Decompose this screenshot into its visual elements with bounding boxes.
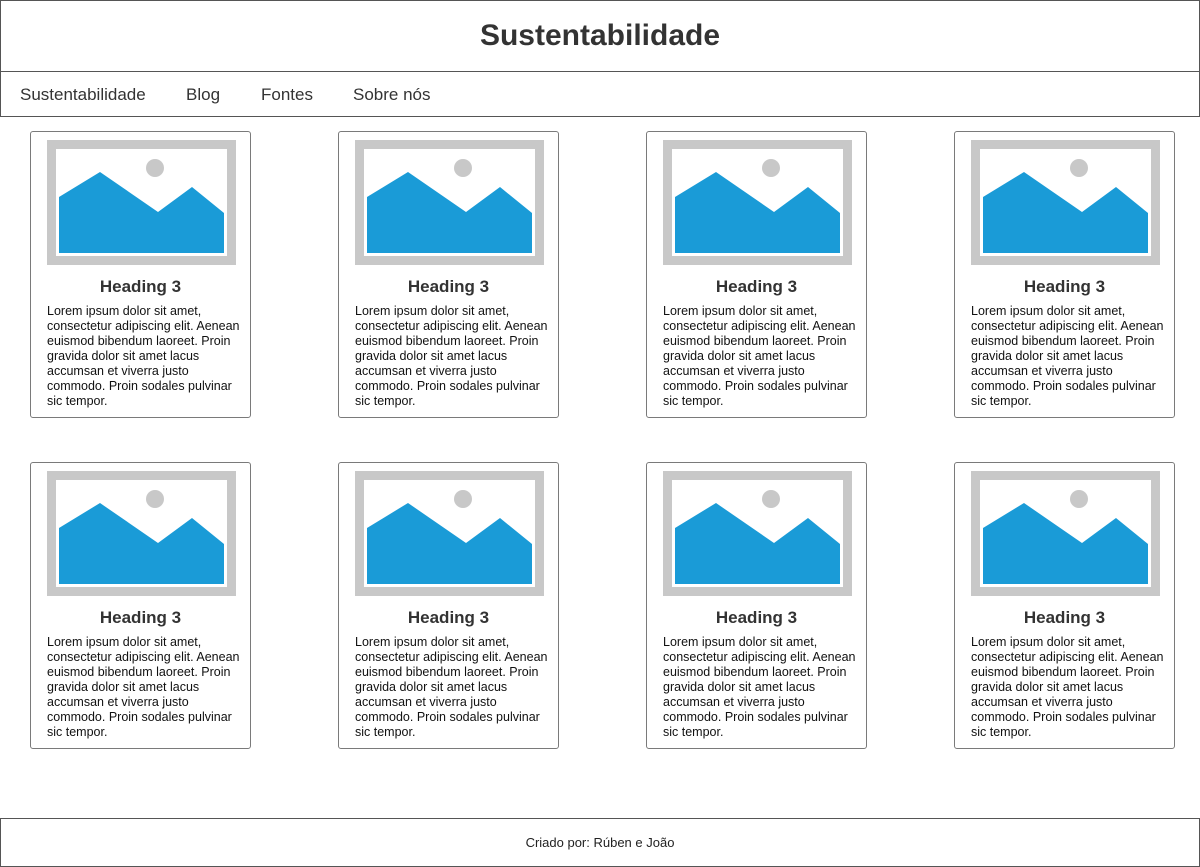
image-placeholder-icon [47,140,236,265]
card-text: Lorem ipsum dolor sit amet, consectetur … [355,635,548,739]
card-heading: Heading 3 [1023,277,1106,296]
nav-item-sobre-nos[interactable]: Sobre nós [353,85,431,105]
card-heading: Heading 3 [407,608,490,627]
site-header: Sustentabilidade [0,0,1200,72]
card-text: Lorem ipsum dolor sit amet, consectetur … [971,304,1164,408]
card-text: Lorem ipsum dolor sit amet, consectetur … [47,635,240,739]
image-placeholder-icon [971,471,1160,596]
card-heading: Heading 3 [407,277,490,296]
site-footer: Criado por: Rúben e João [0,818,1200,867]
card-heading: Heading 3 [99,277,182,296]
image-placeholder-icon [663,140,852,265]
nav-item-blog[interactable]: Blog [186,85,220,105]
card-text: Lorem ipsum dolor sit amet, consectetur … [663,304,856,408]
content-card: Heading 3 Lorem ipsum dolor sit amet, con… [338,131,559,418]
content-card: Heading 3 Lorem ipsum dolor sit amet, con… [30,131,251,418]
card-text: Lorem ipsum dolor sit amet, consectetur … [47,304,240,408]
content-card: Heading 3 Lorem ipsum dolor sit amet, con… [954,462,1175,749]
page: Sustentabilidade Sustentabilidade Blog F… [0,0,1200,867]
content-card: Heading 3 Lorem ipsum dolor sit amet, con… [30,462,251,749]
content-card: Heading 3 Lorem ipsum dolor sit amet, con… [954,131,1175,418]
site-title: Sustentabilidade [479,19,721,52]
image-placeholder-icon [971,140,1160,265]
image-placeholder-icon [47,471,236,596]
card-text: Lorem ipsum dolor sit amet, consectetur … [663,635,856,739]
card-heading: Heading 3 [715,277,798,296]
card-heading: Heading 3 [99,608,182,627]
content-card: Heading 3 Lorem ipsum dolor sit amet, con… [646,131,867,418]
card-text: Lorem ipsum dolor sit amet, consectetur … [971,635,1164,739]
nav-item-fontes[interactable]: Fontes [261,85,313,105]
image-placeholder-icon [355,140,544,265]
image-placeholder-icon [663,471,852,596]
image-placeholder-icon [355,471,544,596]
content-card: Heading 3 Lorem ipsum dolor sit amet, con… [338,462,559,749]
nav-item-sustentabilidade[interactable]: Sustentabilidade [20,85,146,105]
main-nav: Sustentabilidade Blog Fontes Sobre nós [0,71,1200,117]
card-text: Lorem ipsum dolor sit amet, consectetur … [355,304,548,408]
footer-credits: Criado por: Rúben e João [525,835,675,850]
card-heading: Heading 3 [1023,608,1106,627]
card-heading: Heading 3 [715,608,798,627]
content-card: Heading 3 Lorem ipsum dolor sit amet, con… [646,462,867,749]
